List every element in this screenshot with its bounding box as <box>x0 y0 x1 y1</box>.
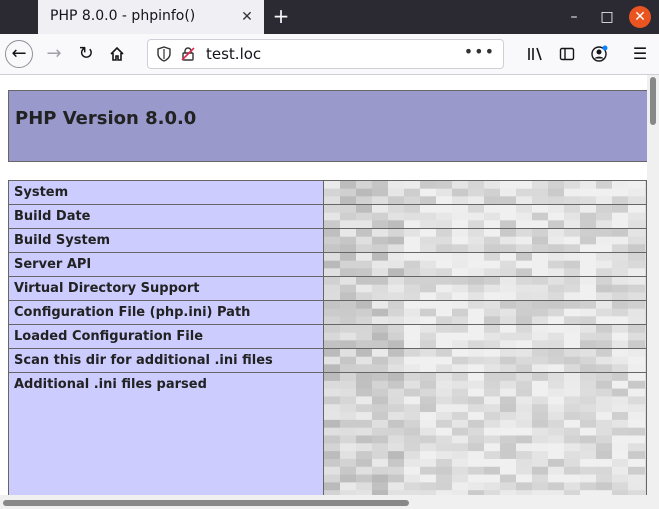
table-row: Loaded Configuration File <box>9 325 647 349</box>
row-label: Virtual Directory Support <box>9 277 324 301</box>
insecure-lock-icon[interactable] <box>180 46 196 62</box>
table-row: Configuration File (php.ini) Path <box>9 301 647 325</box>
reload-icon[interactable]: ↻ <box>72 40 100 68</box>
row-label: Loaded Configuration File <box>9 325 324 349</box>
row-value-redacted <box>324 229 647 253</box>
close-tab-icon[interactable]: ✕ <box>238 8 256 26</box>
row-label: Server API <box>9 253 324 277</box>
shield-icon[interactable] <box>156 46 172 62</box>
table-row: Build System <box>9 229 647 253</box>
redacted-value-blur <box>324 253 646 276</box>
maximize-icon[interactable]: □ <box>597 7 617 27</box>
redacted-value-blur <box>324 229 646 252</box>
url-text[interactable]: test.loc <box>206 45 261 63</box>
sidebar-icon[interactable] <box>553 40 581 68</box>
table-row: Virtual Directory Support <box>9 277 647 301</box>
horizontal-scrollbar[interactable] <box>0 495 659 509</box>
page-actions-icon[interactable]: ••• <box>464 42 495 61</box>
navigation-toolbar: ← → ↻ test.loc ••• ☰ <box>0 34 659 75</box>
row-value-redacted <box>324 181 647 205</box>
redacted-value-blur <box>324 181 646 204</box>
vertical-scroll-thumb[interactable] <box>650 77 656 125</box>
close-window-icon[interactable]: ✕ <box>629 6 651 28</box>
address-bar[interactable]: test.loc ••• <box>147 39 504 69</box>
info-table: System Build Date Build System Server API Vi… <box>8 180 647 495</box>
redacted-value-blur <box>324 205 646 228</box>
vertical-scrollbar[interactable] <box>647 75 659 495</box>
row-value-redacted <box>324 325 647 349</box>
row-value-redacted <box>324 349 647 373</box>
row-label: Build Date <box>9 205 324 229</box>
table-row: Additional .ini files parsed <box>9 373 647 496</box>
tab-title: PHP 8.0.0 - phpinfo() <box>50 8 195 24</box>
back-arrow-icon[interactable]: ← <box>5 40 33 68</box>
row-label: Scan this dir for additional .ini files <box>9 349 324 373</box>
php-version-header: PHP Version 8.0.0 <box>8 90 647 162</box>
row-value-redacted <box>324 253 647 277</box>
row-value-redacted <box>324 277 647 301</box>
row-label: System <box>9 181 324 205</box>
redacted-value-blur <box>324 373 646 495</box>
row-label: Configuration File (php.ini) Path <box>9 301 324 325</box>
redacted-value-blur <box>324 325 646 348</box>
table-row: System <box>9 181 647 205</box>
table-row: Scan this dir for additional .ini files <box>9 349 647 373</box>
redacted-value-blur <box>324 277 646 300</box>
active-tab[interactable]: PHP 8.0.0 - phpinfo() ✕ <box>38 0 264 34</box>
row-value-redacted <box>324 373 647 496</box>
redacted-value-blur <box>324 349 646 372</box>
account-icon[interactable] <box>585 40 613 68</box>
row-value-redacted <box>324 301 647 325</box>
php-version-title: PHP Version 8.0.0 <box>15 108 196 129</box>
horizontal-scroll-thumb[interactable] <box>3 500 409 506</box>
library-icon[interactable] <box>521 40 549 68</box>
page-content: PHP Version 8.0.0 System Build Date Build … <box>0 75 647 495</box>
hamburger-menu-icon[interactable]: ☰ <box>626 40 654 68</box>
forward-arrow-icon[interactable]: → <box>40 40 68 68</box>
table-row: Build Date <box>9 205 647 229</box>
home-icon[interactable] <box>103 40 131 68</box>
row-value-redacted <box>324 205 647 229</box>
row-label: Build System <box>9 229 324 253</box>
row-label: Additional .ini files parsed <box>9 373 324 496</box>
minimize-icon[interactable]: – <box>564 7 584 27</box>
table-row: Server API <box>9 253 647 277</box>
tab-bar: PHP 8.0.0 - phpinfo() ✕ + – □ ✕ <box>0 0 659 34</box>
tab-strip-start <box>0 0 38 34</box>
redacted-value-blur <box>324 301 646 324</box>
new-tab-icon[interactable]: + <box>270 5 292 27</box>
